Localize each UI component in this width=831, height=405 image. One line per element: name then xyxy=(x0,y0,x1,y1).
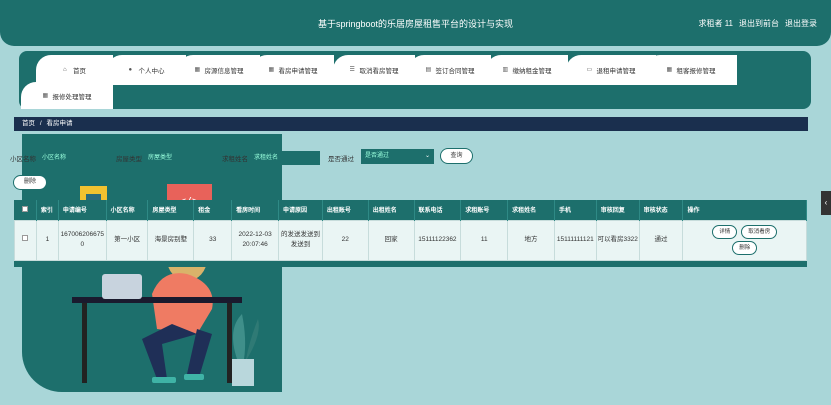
col-header: 联系电话 xyxy=(414,200,462,220)
col-header: 审核回复 xyxy=(596,200,640,220)
house-type-input[interactable]: 房屋类型 xyxy=(144,151,214,165)
breadcrumb-current: 看房申请 xyxy=(46,120,73,127)
header-user-area: 求租者 11 退出到前台 退出登录 xyxy=(698,18,817,29)
breadcrumb-home[interactable]: 首页 xyxy=(22,120,35,127)
col-header: 审核状态 xyxy=(639,200,684,220)
cell-reply: 可以看房3322 xyxy=(595,219,640,261)
select-all-checkbox[interactable] xyxy=(22,205,29,212)
chart-icon: ▥ xyxy=(502,67,509,73)
cell-index: 1 xyxy=(35,219,59,261)
table-row: 1 1670062066750 第一小区 海景房别墅 33 2022-12-03… xyxy=(14,219,807,261)
nav-item-label: 房源信息管理 xyxy=(204,68,244,75)
nav-item-viewing-apply[interactable]: ▦ 看房申请管理 xyxy=(252,55,334,85)
grid-icon: ▦ xyxy=(666,67,673,73)
select-all-cell[interactable] xyxy=(14,200,37,220)
cell-view-time: 2022-12-03 20:07:46 xyxy=(231,219,280,261)
cell-actions: 详情 取消看房 删除 xyxy=(682,219,807,261)
col-header: 求租姓名 xyxy=(507,200,555,220)
cancel-viewing-button[interactable]: 取消看房 xyxy=(741,225,778,239)
col-header: 操作 xyxy=(682,200,807,220)
cell-apply-no: 1670062066750 xyxy=(57,219,107,261)
calendar-icon: ▤ xyxy=(425,67,432,73)
nav-item-home[interactable]: ⌂ 首页 xyxy=(36,55,113,85)
tenant-name-input[interactable]: 求租姓名 xyxy=(250,151,320,165)
search-bar: 小区名称 小区名称 房屋类型 房屋类型 求租姓名 求租姓名 是否通过 xyxy=(10,150,356,166)
cell-house-type: 海景房别墅 xyxy=(147,219,195,261)
nav-item-tenant-repair[interactable]: ▦ 租客报修管理 xyxy=(645,55,737,85)
tenant-name-label: 求租姓名 xyxy=(222,156,248,163)
detail-button[interactable]: 详情 xyxy=(712,225,738,239)
col-header: 出租账号 xyxy=(322,200,369,220)
cell-phone: 15111122362 xyxy=(413,219,462,261)
nav-item-label: 缴纳租金管理 xyxy=(512,68,552,75)
user-icon: ● xyxy=(128,67,133,73)
col-header: 索引 xyxy=(36,200,59,220)
col-header: 求租账号 xyxy=(460,200,509,220)
nav-item-rent-payment[interactable]: ▥ 缴纳租金管理 xyxy=(486,55,568,85)
nav-item-label: 退租申请管理 xyxy=(596,68,636,75)
nav-item-house-info[interactable]: ▦ 房源信息管理 xyxy=(178,55,260,85)
monitor-icon: ▭ xyxy=(586,67,593,73)
home-icon: ⌂ xyxy=(63,67,67,73)
sliders-icon: ☰ xyxy=(349,67,355,73)
col-header: 房屋类型 xyxy=(147,200,195,220)
grid-icon: ▦ xyxy=(268,67,275,73)
cell-mobile: 15111111121 xyxy=(553,219,597,261)
chevron-down-icon: ⌄ xyxy=(424,153,430,159)
cell-community: 第一小区 xyxy=(105,219,149,261)
nav-item-label: 看房申请管理 xyxy=(278,68,318,75)
cell-reason: 的发送发送到发送到 xyxy=(278,219,323,261)
cell-status: 通过 xyxy=(638,219,684,261)
cell-tenant-account: 11 xyxy=(460,219,509,261)
user-label: 求租者 11 xyxy=(698,19,733,28)
community-label: 小区名称 xyxy=(10,156,36,163)
delete-button[interactable]: 删除 xyxy=(13,175,47,190)
chevron-left-icon[interactable]: ‹ xyxy=(821,191,831,215)
col-header: 申请编号 xyxy=(58,200,107,220)
col-header: 租金 xyxy=(193,200,233,220)
approved-label: 是否通过 xyxy=(328,156,354,163)
nav-item-label: 签订合同管理 xyxy=(435,68,475,75)
approved-select-value: 是否通过 xyxy=(365,153,390,159)
col-header: 看房时间 xyxy=(231,200,280,220)
col-header: 手机 xyxy=(554,200,597,220)
logout-link[interactable]: 退出登录 xyxy=(785,18,817,29)
cell-tenant-name: 地方 xyxy=(507,219,555,261)
col-header: 出租姓名 xyxy=(368,200,415,220)
col-header: 申请原因 xyxy=(278,200,323,220)
house-type-label: 房屋类型 xyxy=(116,156,142,163)
cell-landlord-name: 回家 xyxy=(367,219,415,261)
breadcrumb: 首页 / 看房申请 xyxy=(14,117,808,131)
nav-item-label: 个人中心 xyxy=(138,68,165,75)
nav-item-personal-center[interactable]: ● 个人中心 xyxy=(107,55,186,85)
nav-item-contract[interactable]: ▤ 签订合同管理 xyxy=(409,55,491,85)
cell-rent: 33 xyxy=(193,219,233,261)
row-select-cell[interactable] xyxy=(14,219,37,261)
data-table: 索引 申请编号 小区名称 房屋类型 租金 看房时间 申请原因 出租账号 出租姓名… xyxy=(14,200,807,267)
table-header-row: 索引 申请编号 小区名称 房屋类型 租金 看房时间 申请原因 出租账号 出租姓名… xyxy=(14,200,807,220)
cell-landlord-account: 22 xyxy=(321,219,369,261)
back-to-front-link[interactable]: 退出到前台 xyxy=(739,18,779,29)
row-delete-button[interactable]: 删除 xyxy=(732,241,758,255)
nav-item-checkout-apply[interactable]: ▭ 退租申请管理 xyxy=(566,55,656,85)
nav-item-label: 租客报修管理 xyxy=(676,68,716,75)
approved-select[interactable]: 是否通过 ⌄ xyxy=(361,149,434,164)
breadcrumb-separator: / xyxy=(39,120,42,127)
col-header: 小区名称 xyxy=(106,200,149,220)
top-header: 基于springboot的乐居房屋租售平台的设计与实现 求租者 11 退出到前台… xyxy=(0,0,831,46)
nav-item-cancel-viewing[interactable]: ☰ 取消看房管理 xyxy=(333,55,415,85)
nav-item-repair-handle[interactable]: ▦ 报修处理管理 xyxy=(21,82,113,109)
nav-item-label: 报修处理管理 xyxy=(52,93,92,101)
grid-icon: ▦ xyxy=(194,67,201,73)
nav-item-label: 首页 xyxy=(73,68,86,75)
query-button[interactable]: 查询 xyxy=(440,148,473,164)
row-checkbox[interactable] xyxy=(22,235,29,241)
nav-item-label: 取消看房管理 xyxy=(359,68,399,75)
grid-icon: ▦ xyxy=(42,92,49,99)
community-input[interactable]: 小区名称 xyxy=(38,151,108,165)
main-nav: ⌂ 首页 ● 个人中心 ▦ 房源信息管理 ▦ 看房申请管理 ☰ 取消看房管理 ▤… xyxy=(19,51,811,109)
